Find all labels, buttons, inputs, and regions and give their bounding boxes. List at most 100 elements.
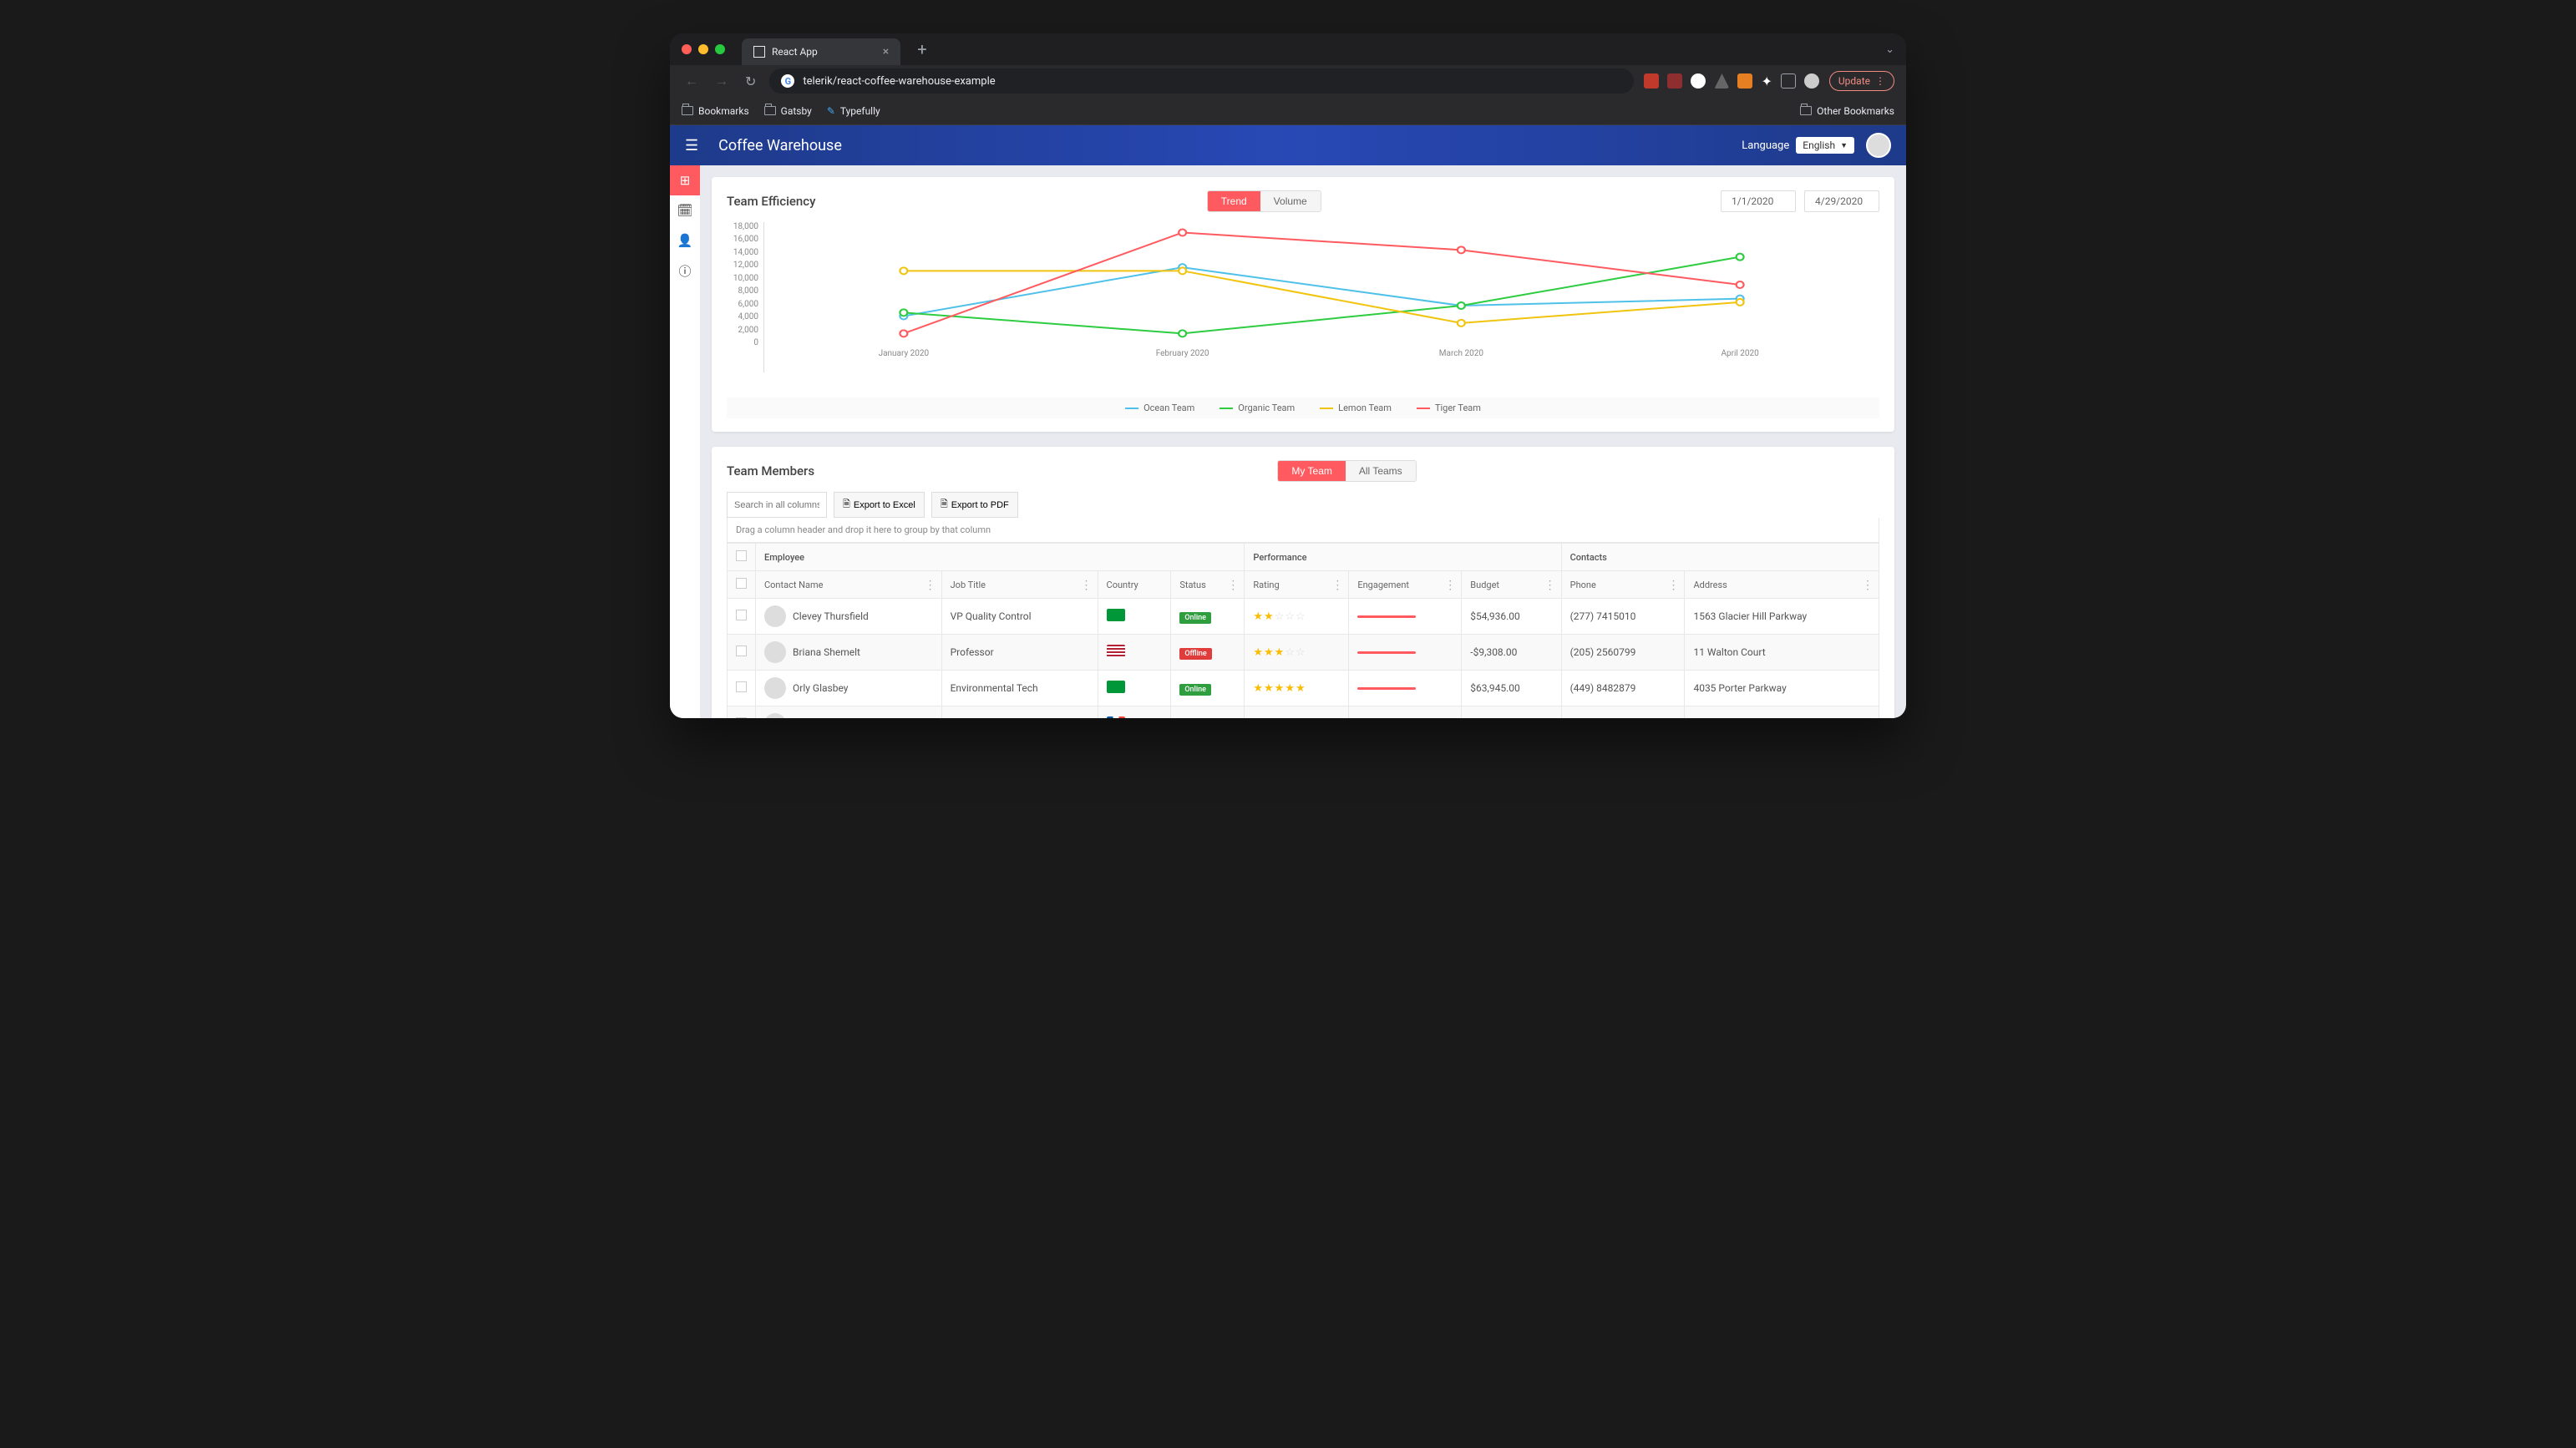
job-title: Civil Engineer (941, 706, 1098, 719)
url-bar[interactable]: G telerik/react-coffee-warehouse-example (769, 68, 1634, 94)
phone-value: (449) 8482879 (1561, 671, 1685, 706)
table-row[interactable]: Briana Shemelt Professor Offline ★★★☆☆ -… (728, 635, 1879, 671)
folder-icon (682, 106, 693, 115)
rating-stars: ★★★★★ (1253, 682, 1306, 695)
table-row[interactable]: Orly Glasbey Environmental Tech Online ★… (728, 671, 1879, 706)
reload-button[interactable]: ↻ (742, 70, 759, 93)
date-to-input[interactable]: 4/29/2020 (1804, 190, 1879, 212)
folder-icon (764, 106, 776, 115)
rating-stars: ★★★☆☆ (1253, 646, 1306, 659)
engagement-bar (1357, 651, 1416, 654)
country-flag-icon (1107, 681, 1125, 693)
extension-icon[interactable] (1644, 73, 1659, 89)
column-menu-icon[interactable]: ⋮ (1667, 580, 1679, 591)
date-from-input[interactable]: 1/1/2020 (1721, 190, 1796, 212)
close-tab-icon[interactable]: × (883, 45, 889, 58)
phone-value: (205) 2560799 (1561, 635, 1685, 671)
phone-value: (277) 7415010 (1561, 599, 1685, 635)
group-drop-area[interactable]: Drag a column header and drop it here to… (727, 518, 1879, 543)
back-button[interactable]: ← (682, 69, 702, 93)
user-avatar[interactable] (1866, 133, 1891, 158)
column-menu-icon[interactable]: ⋮ (925, 580, 936, 591)
col-group-performance: Performance (1245, 544, 1561, 571)
forward-button[interactable]: → (712, 69, 732, 93)
chart-legend: Ocean TeamOrganic TeamLemon TeamTiger Te… (727, 397, 1879, 418)
trend-tab[interactable]: Trend (1208, 191, 1260, 211)
column-menu-icon[interactable]: ⋮ (1081, 580, 1093, 591)
col-status[interactable]: Status⋮ (1171, 571, 1245, 599)
sidebar-item-dashboard[interactable]: ⊞ (670, 165, 700, 195)
rating-stars: ★☆☆☆☆ (1253, 718, 1306, 719)
row-checkbox[interactable] (736, 646, 747, 656)
menu-icon[interactable]: ☰ (685, 137, 698, 154)
job-title: Environmental Tech (941, 671, 1098, 706)
sidebar-item-info[interactable]: ⓘ (670, 256, 700, 286)
other-bookmarks[interactable]: Other Bookmarks (1800, 105, 1894, 117)
table-row[interactable]: Weidar McCombe Civil Engineer Online ★☆☆… (728, 706, 1879, 719)
bookmark-folder[interactable]: Bookmarks (682, 105, 749, 117)
update-button[interactable]: Update ⋮ (1829, 71, 1894, 91)
address-value: 7 Dahle Terrace (1685, 706, 1879, 719)
status-badge: Online (1179, 684, 1211, 696)
tab-list-icon[interactable]: ⌄ (1885, 43, 1894, 56)
close-window-icon[interactable] (682, 44, 692, 54)
row-checkbox[interactable] (736, 717, 747, 718)
browser-tab[interactable]: React App × (742, 38, 900, 65)
export-excel-button[interactable]: 🗎Export to Excel (834, 492, 925, 518)
bookmarks-bar: Bookmarks Gatsby ✎Typefully Other Bookma… (670, 97, 1906, 125)
column-menu-icon[interactable]: ⋮ (1227, 580, 1239, 591)
col-contact[interactable]: Contact Name⋮ (756, 571, 942, 599)
col-budget[interactable]: Budget⋮ (1462, 571, 1561, 599)
url-text: telerik/react-coffee-warehouse-example (803, 75, 995, 88)
extension-icon[interactable] (1667, 73, 1682, 89)
device-icon[interactable] (1781, 73, 1796, 89)
maximize-window-icon[interactable] (715, 44, 725, 54)
more-icon: ⋮ (1875, 75, 1885, 87)
extension-icon[interactable] (1691, 73, 1706, 89)
col-phone[interactable]: Phone⋮ (1561, 571, 1685, 599)
select-all-checkbox[interactable] (736, 550, 747, 561)
new-tab-button[interactable]: + (917, 39, 926, 59)
column-menu-icon[interactable]: ⋮ (1331, 580, 1343, 591)
row-checkbox[interactable] (736, 681, 747, 692)
address-value: 4035 Porter Parkway (1685, 671, 1879, 706)
col-country[interactable]: Country (1098, 571, 1171, 599)
sidebar-item-user[interactable]: 👤 (670, 225, 700, 256)
column-group-header-row: Employee Performance Contacts (728, 544, 1879, 571)
employee-name: Briana Shemelt (793, 646, 860, 658)
profile-avatar-icon[interactable] (1804, 73, 1819, 89)
col-engagement[interactable]: Engagement⋮ (1349, 571, 1462, 599)
extension-icon[interactable] (1714, 73, 1729, 89)
col-address[interactable]: Address⋮ (1685, 571, 1879, 599)
col-title[interactable]: Job Title⋮ (941, 571, 1098, 599)
country-flag-icon (1107, 645, 1125, 657)
browser-window: React App × + ⌄ ← → ↻ G telerik/react-co… (670, 33, 1906, 718)
col-group-contacts: Contacts (1561, 544, 1879, 571)
extensions-menu-icon[interactable]: ✦ (1761, 73, 1772, 89)
language-select[interactable]: English ▼ (1796, 137, 1854, 154)
title-bar: React App × + ⌄ (670, 33, 1906, 65)
volume-tab[interactable]: Volume (1260, 191, 1321, 211)
sidebar-item-calendar[interactable]: 🗓 (670, 195, 700, 225)
select-all-checkbox[interactable] (736, 578, 747, 589)
all-teams-tab[interactable]: All Teams (1346, 461, 1416, 481)
my-team-tab[interactable]: My Team (1278, 461, 1345, 481)
column-menu-icon[interactable]: ⋮ (1444, 580, 1456, 591)
extension-icon[interactable] (1737, 73, 1752, 89)
team-filter-toggle: My Team All Teams (1277, 460, 1416, 482)
column-menu-icon[interactable]: ⋮ (1544, 580, 1556, 591)
bookmark-folder[interactable]: Gatsby (764, 105, 812, 117)
employee-avatar (764, 677, 786, 699)
bookmark-item[interactable]: ✎Typefully (827, 105, 880, 117)
column-menu-icon[interactable]: ⋮ (1862, 580, 1874, 591)
plot-area: January 2020February 2020March 2020April… (763, 222, 1879, 372)
minimize-window-icon[interactable] (698, 44, 708, 54)
search-input[interactable] (727, 492, 827, 518)
country-flag-icon (1107, 716, 1125, 718)
address-value: 1563 Glacier Hill Parkway (1685, 599, 1879, 635)
col-rating[interactable]: Rating⋮ (1245, 571, 1349, 599)
table-row[interactable]: Clevey Thursfield VP Quality Control Onl… (728, 599, 1879, 635)
export-pdf-button[interactable]: 🗎Export to PDF (931, 492, 1018, 518)
row-checkbox[interactable] (736, 610, 747, 620)
column-header-row: Contact Name⋮ Job Title⋮ Country Status⋮… (728, 571, 1879, 599)
